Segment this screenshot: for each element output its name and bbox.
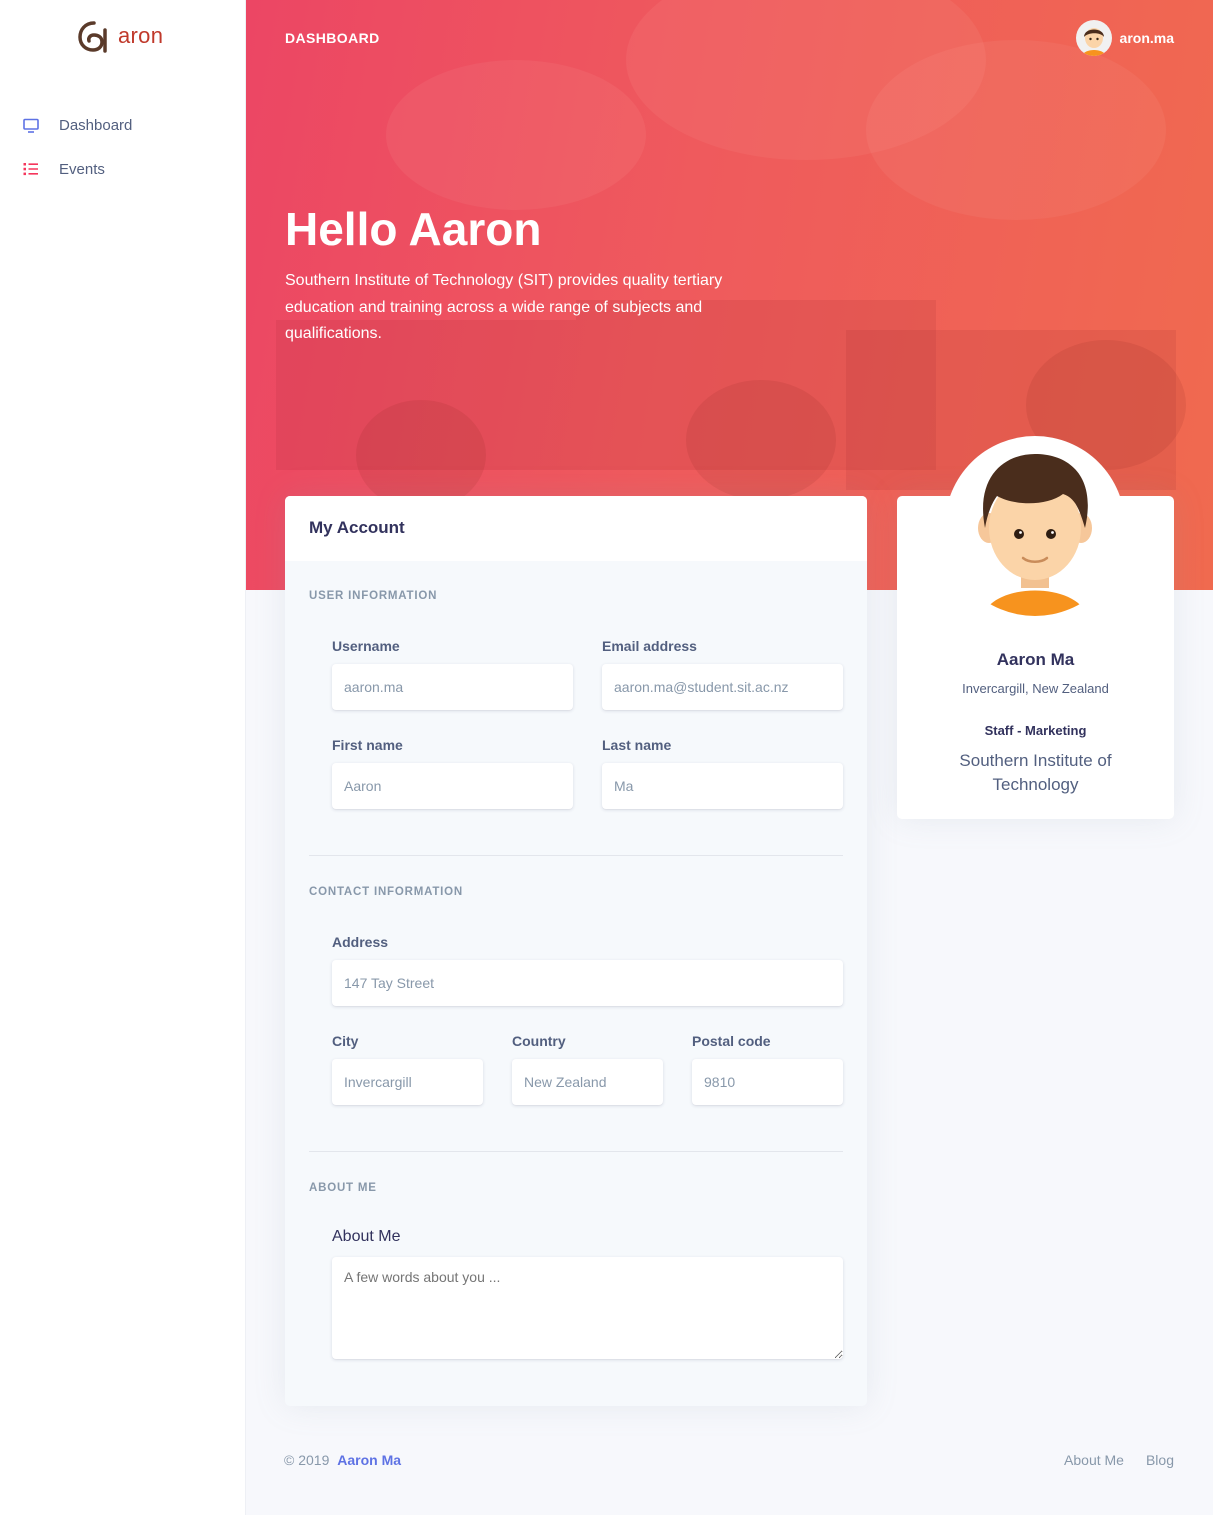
about-textarea[interactable] <box>332 1257 843 1359</box>
divider <box>309 1151 843 1152</box>
list-icon <box>23 161 39 177</box>
user-menu[interactable]: aron.ma <box>1075 20 1174 56</box>
hero-description: Southern Institute of Technology (SIT) p… <box>285 272 723 342</box>
city-label: City <box>332 1033 359 1049</box>
section-contact-info: CONTACT INFORMATION <box>309 886 464 898</box>
firstname-input[interactable] <box>332 763 573 809</box>
sidebar-item-label: Events <box>59 160 105 178</box>
country-input[interactable] <box>512 1059 663 1105</box>
email-label: Email address <box>602 638 697 654</box>
footer-link-about-me[interactable]: About Me <box>1064 1452 1124 1468</box>
footer-link-blog[interactable]: Blog <box>1146 1452 1174 1468</box>
copyright-text: © 2019 <box>284 1452 330 1468</box>
account-card: My Account USER INFORMATION Username Ema… <box>285 496 867 1406</box>
section-about-me: ABOUT ME <box>309 1182 377 1194</box>
footer-author-link[interactable]: Aaron Ma <box>337 1452 401 1468</box>
footer-copyright: © 2019 Aaron Ma <box>284 1452 401 1468</box>
divider <box>309 855 843 856</box>
footer-links: About Me Blog <box>1064 1452 1174 1468</box>
username-label: Username <box>332 638 400 654</box>
brand-name: aron <box>118 23 164 48</box>
lastname-label: Last name <box>602 737 672 753</box>
postal-code-input[interactable] <box>692 1059 843 1105</box>
profile-avatar[interactable] <box>945 436 1125 616</box>
sidebar-nav: Dashboard Events <box>0 105 246 193</box>
logo-icon <box>78 21 107 53</box>
section-user-info: USER INFORMATION <box>309 590 438 602</box>
city-input[interactable] <box>332 1059 483 1105</box>
profile-role: Staff - Marketing <box>984 723 1087 738</box>
profile-organization: Southern Institute of Technology <box>959 751 1112 794</box>
sidebar-item-events[interactable]: Events <box>0 149 246 189</box>
profile-location: Invercargill, New Zealand <box>962 681 1109 696</box>
profile-name: Aaron Ma <box>996 650 1075 669</box>
page-title: DASHBOARD <box>285 30 380 46</box>
country-label: Country <box>512 1033 566 1049</box>
sidebar: aron Dashboard Events <box>0 0 246 1515</box>
avatar <box>1075 20 1112 56</box>
username-input[interactable] <box>332 664 573 710</box>
card-title: My Account <box>309 518 405 537</box>
monitor-icon <box>23 117 39 133</box>
firstname-label: First name <box>332 737 403 753</box>
address-label: Address <box>332 934 389 950</box>
email-input[interactable] <box>602 664 843 710</box>
sidebar-item-dashboard[interactable]: Dashboard <box>0 105 246 145</box>
username-label: aron.ma <box>1119 30 1174 46</box>
sidebar-item-label: Dashboard <box>59 116 133 134</box>
brand-logo[interactable]: aron <box>76 18 163 54</box>
about-label: About Me <box>332 1228 401 1245</box>
postal-code-label: Postal code <box>692 1033 771 1049</box>
lastname-input[interactable] <box>602 763 843 809</box>
hero-title: Hello Aaron <box>285 203 542 255</box>
profile-card: Aaron Ma Invercargill, New Zealand Staff… <box>897 436 1174 819</box>
card-header: My Account <box>285 496 867 561</box>
address-input[interactable] <box>332 960 843 1006</box>
